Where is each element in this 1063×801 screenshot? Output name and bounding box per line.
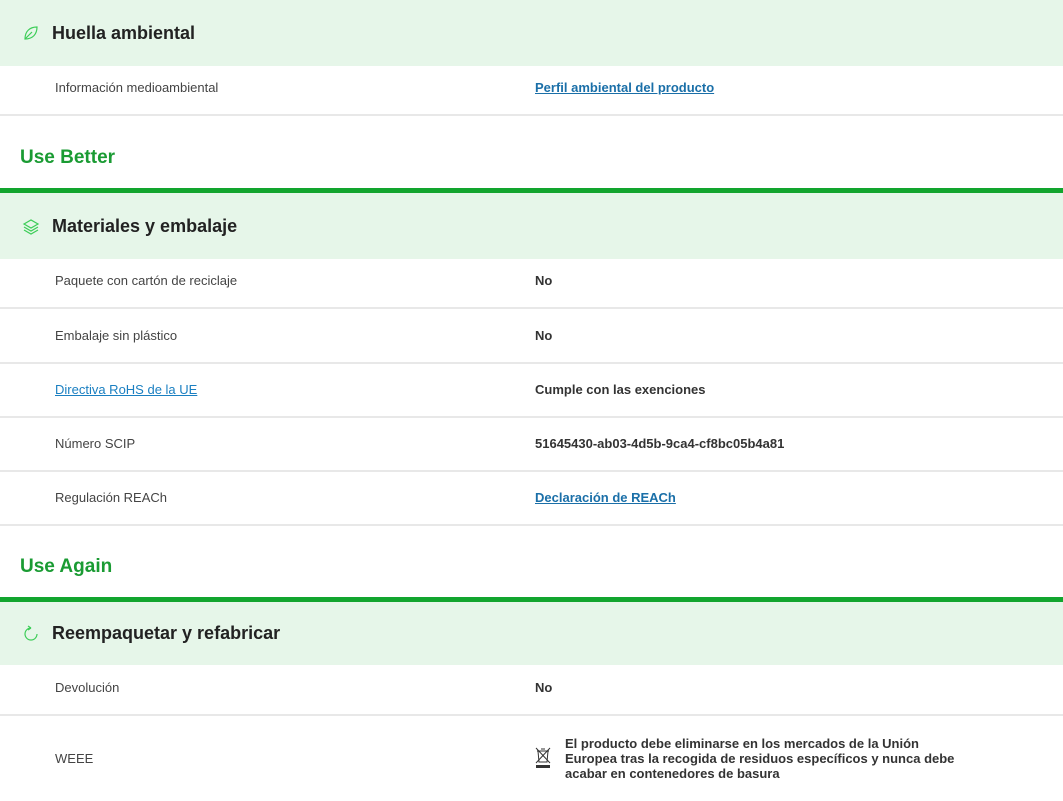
layers-icon bbox=[22, 217, 40, 235]
environmental-profile-link[interactable]: Perfil ambiental del producto bbox=[535, 80, 714, 95]
section-header-materiales: Materiales y embalaje bbox=[0, 188, 1063, 259]
weee-value: El producto debe eliminarse en los merca… bbox=[535, 715, 955, 801]
row-label: Número SCIP bbox=[55, 435, 136, 451]
reach-declaration-link[interactable]: Declaración de REACh bbox=[535, 490, 676, 505]
section-header-huella-ambiental: Huella ambiental bbox=[0, 0, 1063, 66]
crossed-bin-icon bbox=[535, 747, 551, 769]
row-value: No bbox=[535, 272, 553, 288]
section-title: Materiales y embalaje bbox=[52, 215, 238, 236]
row-label: Información medioambiental bbox=[55, 79, 219, 95]
table-row: Información medioambiental Perfil ambien… bbox=[0, 60, 1063, 116]
row-value: 51645430-ab03-4d5b-9ca4-cf8bc05b4a81 bbox=[535, 435, 785, 451]
section-title: Huella ambiental bbox=[52, 22, 196, 43]
rohs-directive-link[interactable]: Directiva RoHS de la UE bbox=[55, 382, 197, 397]
table-row: Paquete con cartón de reciclaje No bbox=[0, 253, 1063, 309]
row-label: Directiva RoHS de la UE bbox=[55, 362, 197, 416]
leaf-icon bbox=[22, 24, 40, 42]
row-label: Devolución bbox=[55, 679, 120, 695]
table-row: Directiva RoHS de la UE Cumple con las e… bbox=[0, 362, 1063, 418]
table-row: Devolución No bbox=[0, 660, 1063, 716]
section-title: Reempaquetar y refabricar bbox=[52, 623, 281, 643]
refresh-icon bbox=[22, 625, 40, 643]
row-label: Regulación REACh bbox=[55, 489, 168, 505]
row-value: Cumple con las exenciones bbox=[535, 381, 706, 397]
row-label: Paquete con cartón de reciclaje bbox=[55, 272, 238, 288]
table-row: Embalaje sin plástico No bbox=[0, 308, 1063, 364]
row-value: No bbox=[535, 327, 553, 343]
row-value: Perfil ambiental del producto bbox=[535, 60, 714, 114]
row-label: WEEE bbox=[55, 750, 94, 766]
group-title-use-again: Use Again bbox=[20, 556, 113, 577]
table-row: Número SCIP 51645430-ab03-4d5b-9ca4-cf8b… bbox=[0, 416, 1063, 472]
table-row: Regulación REACh Declaración de REACh bbox=[0, 470, 1063, 526]
table-row: WEEE El producto debe eliminarse en los … bbox=[0, 715, 1063, 801]
row-label: Embalaje sin plástico bbox=[55, 327, 178, 343]
row-value: Declaración de REACh bbox=[535, 470, 676, 524]
section-header-reempaquetar: Reempaquetar y refabricar bbox=[0, 597, 1063, 665]
weee-disposal-text: El producto debe eliminarse en los merca… bbox=[565, 735, 955, 781]
group-title-use-better: Use Better bbox=[20, 147, 116, 168]
row-value: No bbox=[535, 679, 553, 695]
